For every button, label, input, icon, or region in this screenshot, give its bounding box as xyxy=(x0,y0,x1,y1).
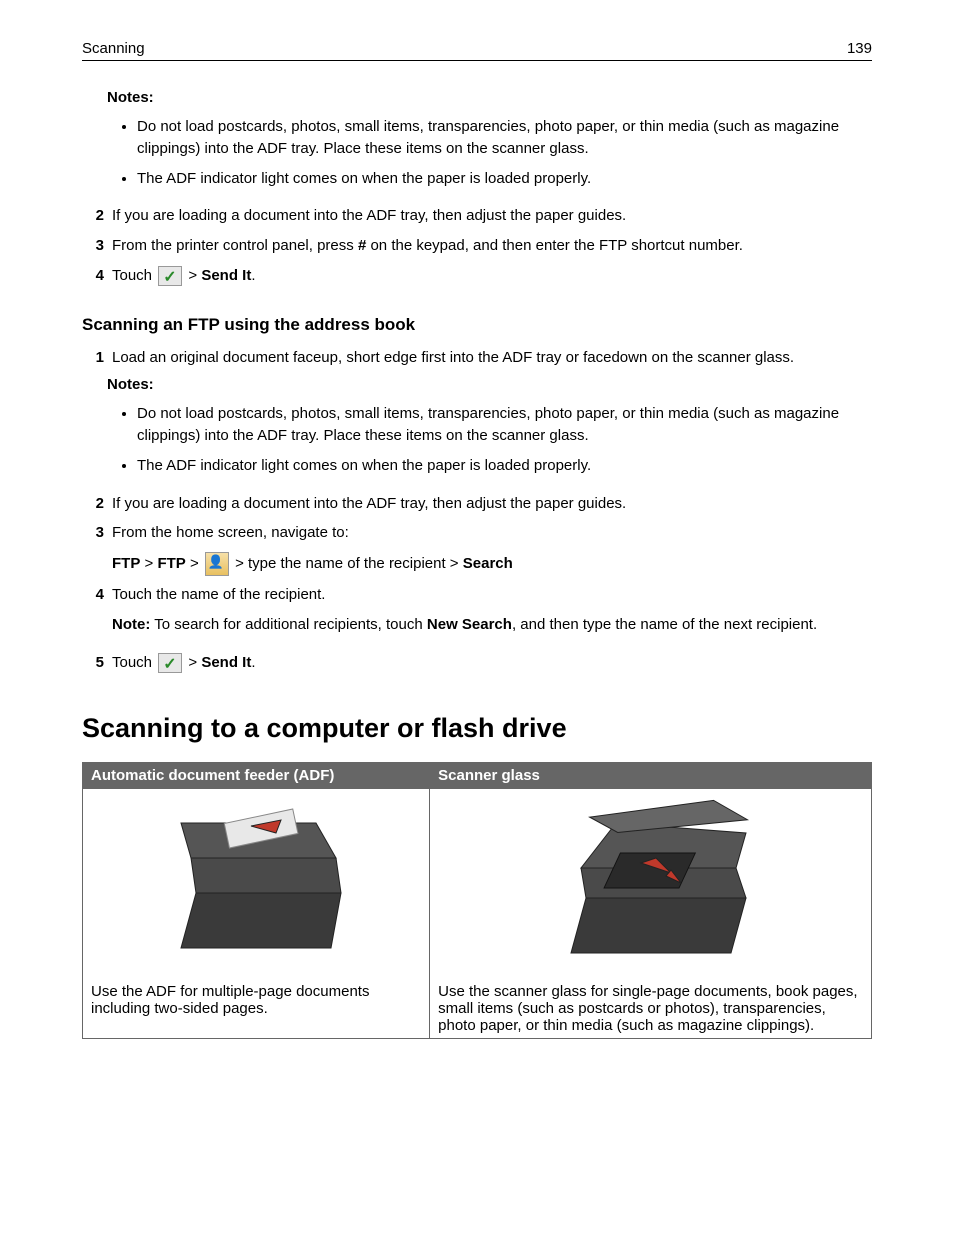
note-item: The ADF indicator light comes on when th… xyxy=(137,455,872,477)
new-search-label: New Search xyxy=(427,616,512,633)
notes-list: Do not load postcards, photos, small ite… xyxy=(107,403,872,476)
step-2: 2 If you are loading a document into the… xyxy=(82,493,872,515)
step-text: From the printer control panel, press # … xyxy=(112,235,872,257)
step-4-note: Note: To search for additional recipient… xyxy=(112,614,872,636)
text: Touch xyxy=(112,654,156,671)
notes-label: Notes: xyxy=(107,89,872,106)
navigation-path: FTP > FTP > > type the name of the recip… xyxy=(112,552,872,576)
subheading-ftp-address-book: Scanning an FTP using the address book xyxy=(82,315,872,335)
note-item: Do not load postcards, photos, small ite… xyxy=(137,403,872,447)
text: on the keypad, and then enter the FTP sh… xyxy=(366,237,743,254)
step-number: 4 xyxy=(82,265,104,287)
text: > xyxy=(140,555,157,572)
step-text: Load an original document faceup, short … xyxy=(112,347,872,369)
checkmark-icon xyxy=(158,266,182,286)
step-text: Touch the name of the recipient. xyxy=(112,584,872,606)
page-number: 139 xyxy=(847,40,872,57)
step-number: 3 xyxy=(82,522,104,544)
ftp-label: FTP xyxy=(112,555,140,572)
step-3: 3 From the home screen, navigate to: xyxy=(82,522,872,544)
comparison-table: Automatic document feeder (ADF) Scanner … xyxy=(82,762,872,1039)
step-text: From the home screen, navigate to: xyxy=(112,522,872,544)
cell-adf: Use the ADF for multiple‑page documents … xyxy=(83,789,430,1039)
type-recipient: type the name of the recipient xyxy=(248,555,446,572)
text: , and then type the name of the next rec… xyxy=(512,616,817,633)
step-text: Touch > Send It. xyxy=(112,652,872,674)
text: From the printer control panel, press xyxy=(112,237,358,254)
text: Touch xyxy=(112,267,156,284)
note-label: Note: xyxy=(112,616,150,633)
text: To search for additional recipients, tou… xyxy=(150,616,427,633)
step-number: 4 xyxy=(82,584,104,606)
step-3: 3 From the printer control panel, press … xyxy=(82,235,872,257)
search-label: Search xyxy=(463,555,513,572)
notes-label: Notes: xyxy=(107,376,872,393)
text: > xyxy=(184,267,201,284)
scanner-glass-description: Use the scanner glass for single‑page do… xyxy=(438,983,863,1034)
text: > xyxy=(446,555,463,572)
step-number: 2 xyxy=(82,205,104,227)
th-adf: Automatic document feeder (ADF) xyxy=(83,763,430,789)
adf-description: Use the ADF for multiple‑page documents … xyxy=(91,983,421,1017)
th-scanner-glass: Scanner glass xyxy=(430,763,872,789)
step-number: 5 xyxy=(82,652,104,674)
step-number: 2 xyxy=(82,493,104,515)
step-text: If you are loading a document into the A… xyxy=(112,493,872,515)
step-4: 4 Touch the name of the recipient. xyxy=(82,584,872,606)
step-4: 4 Touch > Send It. xyxy=(82,265,872,287)
cell-scanner-glass: Use the scanner glass for single‑page do… xyxy=(430,789,872,1039)
scanner-glass-illustration xyxy=(438,793,863,983)
section-title: Scanning xyxy=(82,40,145,57)
adf-illustration xyxy=(91,793,421,983)
text: > xyxy=(186,555,203,572)
text: > xyxy=(231,555,248,572)
step-text: Touch > Send It. xyxy=(112,265,872,287)
step-number: 1 xyxy=(82,347,104,369)
address-book-icon xyxy=(205,552,229,576)
text: . xyxy=(251,654,255,671)
step-text: If you are loading a document into the A… xyxy=(112,205,872,227)
step-1: 1 Load an original document faceup, shor… xyxy=(82,347,872,369)
send-it-label: Send It xyxy=(201,267,251,284)
notes-list: Do not load postcards, photos, small ite… xyxy=(107,116,872,189)
step-number: 3 xyxy=(82,235,104,257)
printer-adf-icon xyxy=(141,798,371,978)
major-heading: Scanning to a computer or flash drive xyxy=(82,713,872,744)
step-2: 2 If you are loading a document into the… xyxy=(82,205,872,227)
checkmark-icon xyxy=(158,653,182,673)
note-item: The ADF indicator light comes on when th… xyxy=(137,168,872,190)
text: > xyxy=(184,654,201,671)
note-item: Do not load postcards, photos, small ite… xyxy=(137,116,872,160)
step-5: 5 Touch > Send It. xyxy=(82,652,872,674)
printer-scanner-glass-icon xyxy=(531,798,771,978)
send-it-label: Send It xyxy=(201,654,251,671)
page-header: Scanning 139 xyxy=(82,40,872,61)
ftp-label: FTP xyxy=(157,555,185,572)
text: . xyxy=(251,267,255,284)
